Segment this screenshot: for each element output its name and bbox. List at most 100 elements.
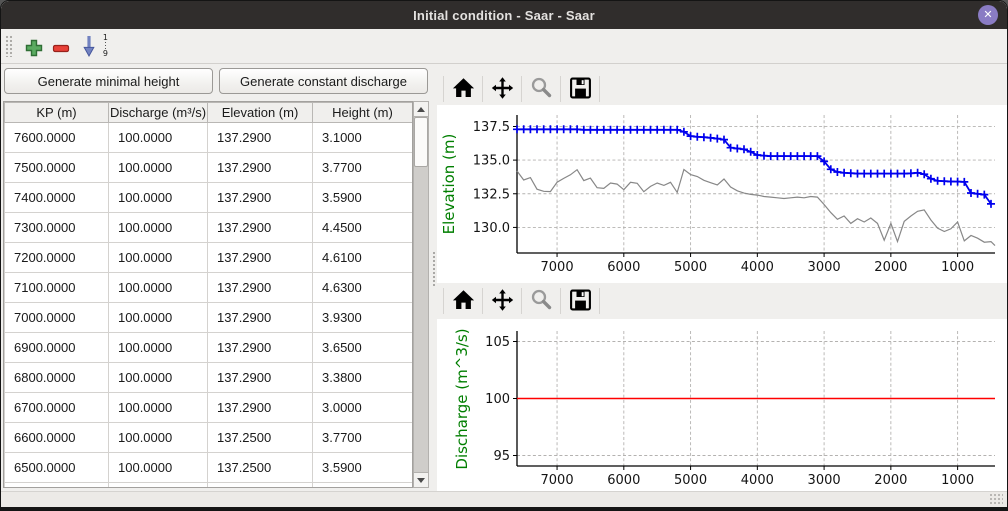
table-cell[interactable]: 137.2900 [208,123,313,153]
table-cell[interactable]: 100.0000 [109,273,208,303]
separator [521,288,522,314]
zoom-button[interactable] [526,286,556,316]
table-cell[interactable]: 137.2900 [208,303,313,333]
table-cell[interactable]: 3.5900 [313,183,413,213]
table-cell[interactable]: 100.0000 [109,243,208,273]
table-cell[interactable]: 137.2900 [208,363,313,393]
svg-text:137.5: 137.5 [473,120,510,135]
table-cell[interactable]: 137.2500 [208,423,313,453]
table-cell[interactable]: 7600.0000 [5,123,109,153]
table-cell[interactable]: 100.0000 [109,363,208,393]
pan-button[interactable] [487,74,517,104]
table-cell[interactable]: 4.6100 [313,243,413,273]
separator [560,288,561,314]
table-row: 6900.0000100.0000137.29003.6500 [5,333,413,363]
table-cell[interactable]: 137.2900 [208,243,313,273]
svg-text:3000: 3000 [808,260,841,275]
table-cell[interactable]: 137.2900 [208,213,313,243]
table-cell[interactable]: 100.0000 [109,453,208,483]
separator [599,288,600,314]
table-cell[interactable]: 7100.0000 [5,273,109,303]
table-cell[interactable]: 100.0000 [109,183,208,213]
close-button[interactable]: ✕ [978,5,998,25]
elevation-plot-canvas[interactable]: 7000600050004000300020001000137.5135.013… [437,105,1007,283]
add-row-button[interactable] [25,39,43,60]
table-cell[interactable]: 3.7700 [313,153,413,183]
table-cell[interactable]: 137.2500 [208,453,313,483]
save-button[interactable] [565,74,595,104]
home-button[interactable] [448,286,478,316]
home-button[interactable] [448,74,478,104]
table-cell[interactable] [109,483,208,489]
scrollbar-thumb[interactable] [414,117,428,167]
table-cell[interactable] [208,483,313,489]
table-row: 7000.0000100.0000137.29003.9300 [5,303,413,333]
zoom-button[interactable] [526,74,556,104]
table-cell[interactable]: 100.0000 [109,303,208,333]
delete-row-button[interactable] [52,39,70,60]
table-cell[interactable]: 100.0000 [109,153,208,183]
table-cell[interactable]: 7200.0000 [5,243,109,273]
vertical-splitter-handle[interactable] [432,251,436,287]
table-cell[interactable]: 3.0000 [313,393,413,423]
table-cell[interactable]: 3.1000 [313,123,413,153]
sort-rows-button[interactable]: 1 9 [83,33,109,59]
table-cell[interactable]: 7300.0000 [5,213,109,243]
table-cell[interactable]: 3.9300 [313,303,413,333]
table-cell[interactable]: 3.5900 [313,453,413,483]
table-cell[interactable]: 3.7700 [313,423,413,453]
table-cell[interactable]: 4.4500 [313,213,413,243]
separator [599,76,600,102]
generate-constant-discharge-button[interactable]: Generate constant discharge [219,68,428,94]
column-header[interactable]: Discharge (m³/s) [109,103,208,123]
table-cell[interactable] [5,483,109,489]
svg-text:3000: 3000 [808,473,841,488]
table-cell[interactable]: 7000.0000 [5,303,109,333]
svg-text:5000: 5000 [674,260,707,275]
table-cell[interactable]: 6800.0000 [5,363,109,393]
table-cell[interactable]: 6700.0000 [5,393,109,423]
column-header[interactable]: Elevation (m) [208,103,313,123]
save-icon [568,76,593,103]
svg-text:130.0: 130.0 [473,221,510,236]
title-bar[interactable]: Initial condition - Saar - Saar ✕ [1,1,1007,29]
generate-minimal-height-button[interactable]: Generate minimal height [4,68,213,94]
table-cell[interactable]: 3.3800 [313,363,413,393]
table-cell[interactable]: 6900.0000 [5,333,109,363]
table-row: 6600.0000100.0000137.25003.7700 [5,423,413,453]
column-header[interactable]: Height (m) [313,103,413,123]
table-scrollbar[interactable] [413,101,429,488]
table-cell[interactable]: 6500.0000 [5,453,109,483]
table-cell[interactable]: 137.2900 [208,273,313,303]
svg-text:1000: 1000 [941,260,974,275]
table-cell[interactable]: 100.0000 [109,213,208,243]
table-cell[interactable]: 137.2900 [208,393,313,423]
save-button[interactable] [565,286,595,316]
column-header[interactable]: KP (m) [5,103,109,123]
table-cell[interactable]: 7500.0000 [5,153,109,183]
separator [443,288,444,314]
table-cell[interactable] [313,483,413,489]
table-cell[interactable]: 100.0000 [109,423,208,453]
main-toolbar [1,29,1007,64]
svg-text:135.0: 135.0 [473,154,510,169]
table-cell[interactable]: 7400.0000 [5,183,109,213]
table-cell[interactable]: 137.2900 [208,333,313,363]
table-cell[interactable]: 3.6500 [313,333,413,363]
table-cell[interactable]: 137.2900 [208,153,313,183]
scroll-down-button[interactable] [414,472,428,487]
table-cell[interactable]: 100.0000 [109,333,208,363]
sort-nine-label: 9 [103,50,108,58]
discharge-plot-canvas[interactable]: 700060005000400030002000100010510095 Dis… [437,319,1007,493]
toolbar-grip[interactable] [5,35,12,57]
table-cell[interactable]: 100.0000 [109,123,208,153]
table-cell[interactable]: 4.6300 [313,273,413,303]
table-row: 6500.0000100.0000137.25003.5900 [5,453,413,483]
scroll-up-button[interactable] [414,102,428,117]
table-cell[interactable]: 6600.0000 [5,423,109,453]
resize-grip[interactable] [989,493,1003,505]
table-cell[interactable]: 137.2900 [208,183,313,213]
table-cell[interactable]: 100.0000 [109,393,208,423]
elevation-chart: 7000600050004000300020001000137.5135.013… [437,105,1007,283]
pan-button[interactable] [487,286,517,316]
